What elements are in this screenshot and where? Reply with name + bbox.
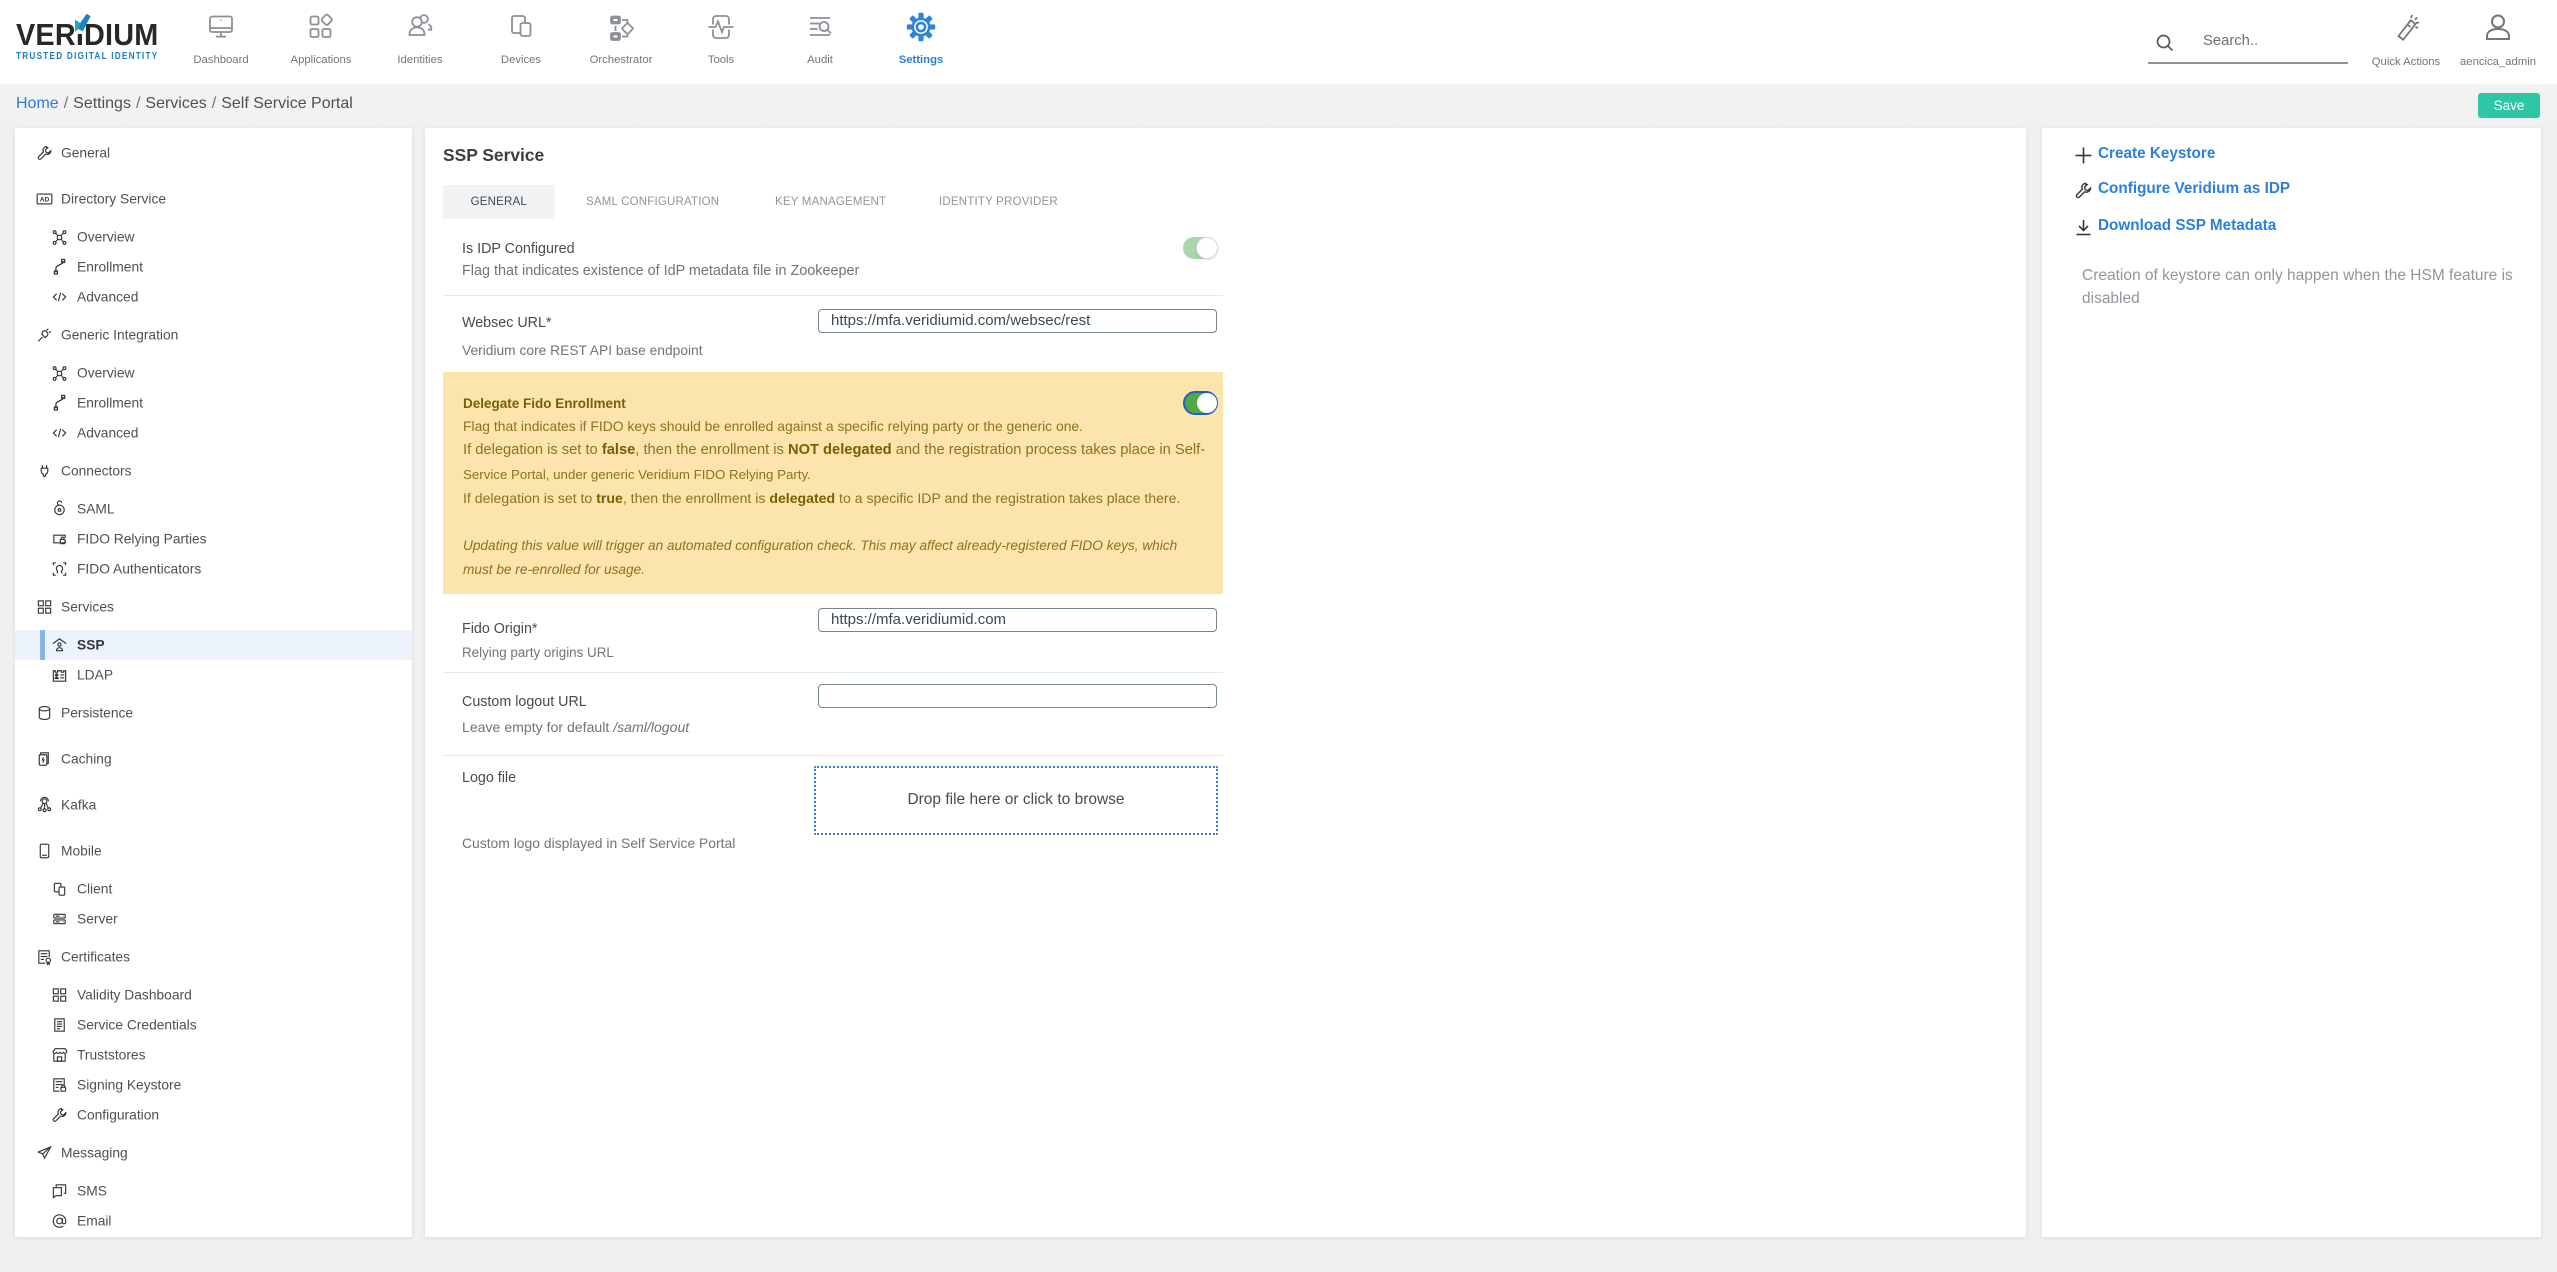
- svg-text:AD: AD: [40, 197, 50, 204]
